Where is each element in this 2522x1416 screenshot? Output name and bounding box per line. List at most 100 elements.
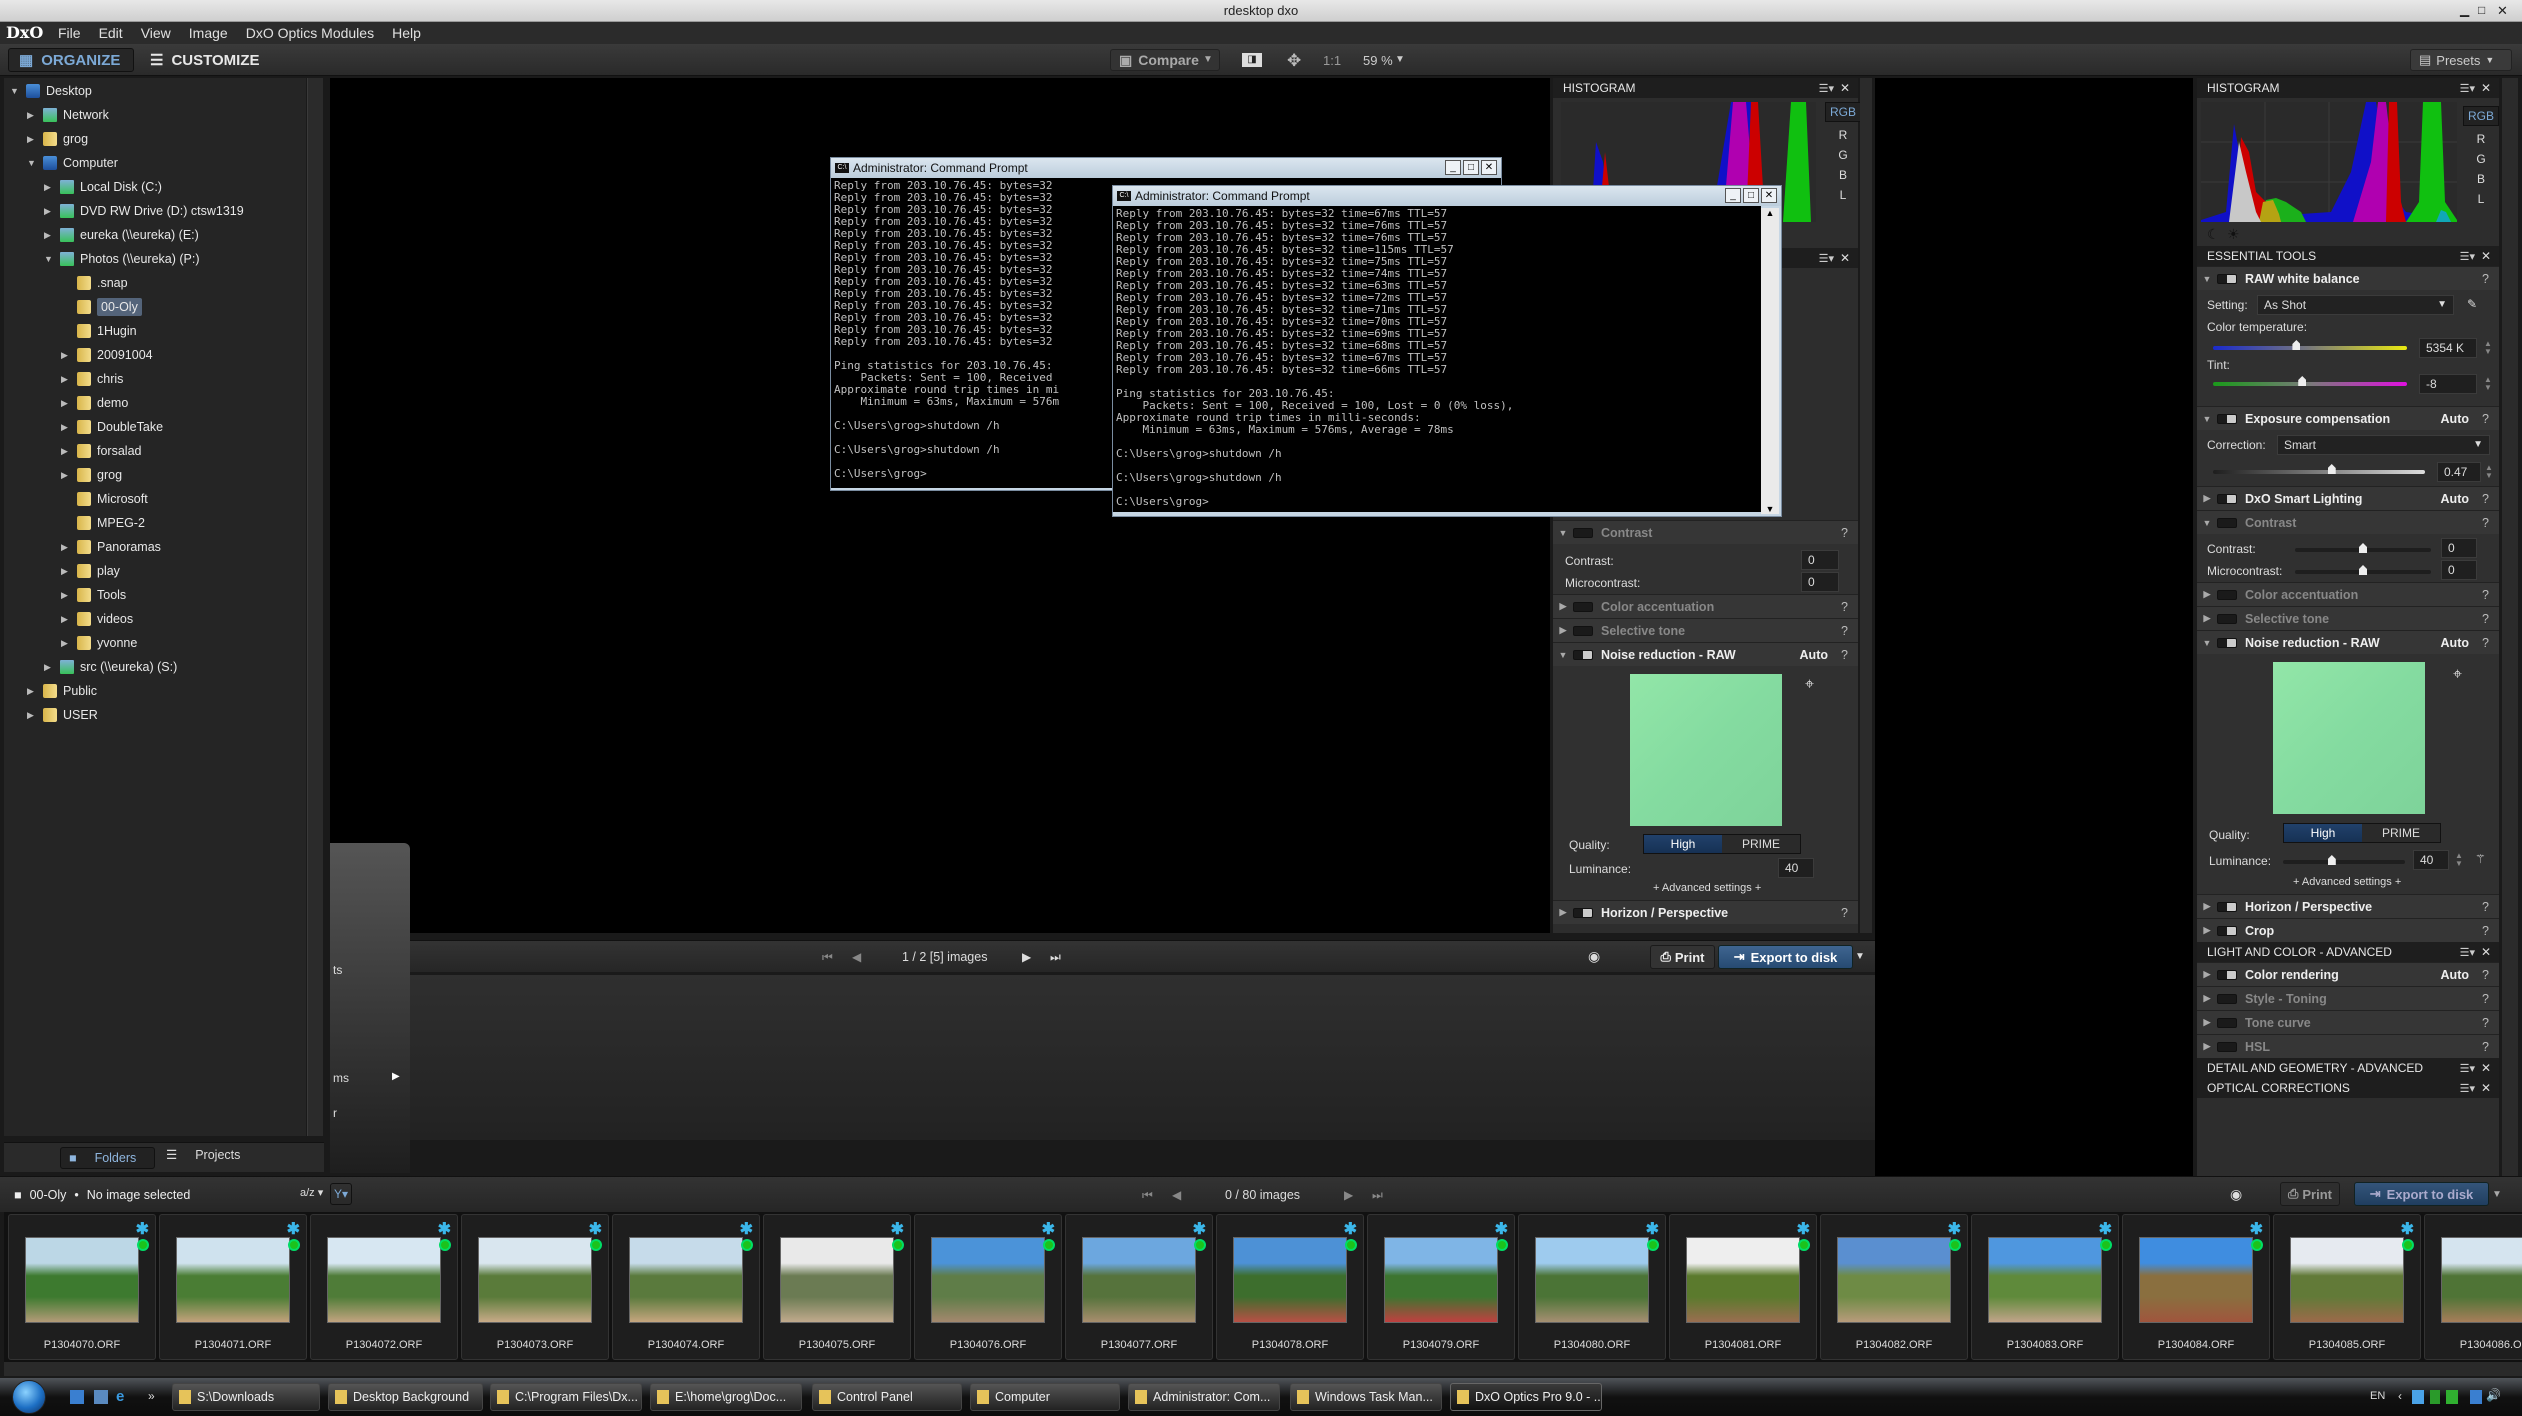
prev-image-icon[interactable]: ◀ <box>852 950 861 964</box>
toggle-switch[interactable] <box>2217 969 2237 980</box>
print-button[interactable]: ⎙ Print <box>1650 945 1715 969</box>
tray-network-icon[interactable] <box>2470 1390 2482 1404</box>
quality-prime[interactable]: PRIME <box>2362 824 2440 842</box>
tree-item[interactable]: ▶ eureka (\\eureka) (E:) <box>44 224 199 246</box>
taskbar-button[interactable]: Desktop Background <box>328 1383 483 1411</box>
exposure-thumb[interactable] <box>2327 464 2336 474</box>
expand-arrow-icon[interactable]: ▶ <box>61 614 71 625</box>
microcontrast-thumb[interactable] <box>2359 565 2367 575</box>
tray-volume-icon[interactable]: 🔊 <box>2486 1388 2501 1402</box>
auto-button[interactable]: Auto <box>2441 492 2469 506</box>
tool-raw-white-balance[interactable]: ▼ RAW white balance ? <box>2197 266 2499 290</box>
close-icon[interactable]: ✕ <box>1840 251 1850 265</box>
tree-item[interactable]: 1Hugin <box>61 320 137 342</box>
panel-menu-icon[interactable]: ☰▾ <box>1819 252 1834 265</box>
expand-arrow-icon[interactable]: ▶ <box>61 374 71 385</box>
context-menu-item[interactable]: r <box>333 1106 337 1120</box>
channel-rgb[interactable]: RGB <box>2463 106 2500 126</box>
tool-color-accentuation[interactable]: ▶ Color accentuation ? <box>2197 582 2499 606</box>
expand-arrow-icon[interactable]: ▶ <box>61 350 71 361</box>
process-icon[interactable]: ◉ <box>1588 948 1600 965</box>
taskbar-button[interactable]: E:\home\grog\Doc... <box>650 1383 802 1411</box>
taskbar-button[interactable]: DxO Optics Pro 9.0 - ... <box>1450 1383 1602 1411</box>
scroll-up-icon[interactable]: ▲ <box>1761 208 1779 218</box>
help-icon[interactable]: ? <box>1841 600 1848 614</box>
toggle-switch[interactable] <box>2217 925 2237 936</box>
channel-b[interactable]: B <box>2477 172 2485 186</box>
thumbnail[interactable]: ✱ P1304083.ORF <box>1971 1214 2119 1360</box>
thumbnail[interactable]: ✱ P1304074.ORF <box>612 1214 760 1360</box>
toggle-switch[interactable] <box>1573 601 1593 612</box>
thumbnail[interactable]: ✱ P1304073.ORF <box>461 1214 609 1360</box>
tree-item[interactable]: MPEG-2 <box>61 512 145 534</box>
help-icon[interactable]: ? <box>2482 968 2489 982</box>
panel-menu-icon[interactable]: ☰▾ <box>2460 1082 2475 1095</box>
compare-dropdown-icon[interactable]: ▼ <box>1203 54 1213 65</box>
star-icon[interactable]: ✱ <box>740 1219 753 1239</box>
panel-menu-icon[interactable]: ☰▾ <box>1819 82 1834 95</box>
help-icon[interactable]: ? <box>1841 526 1848 540</box>
start-button[interactable] <box>12 1380 46 1414</box>
toggle-switch[interactable] <box>2217 517 2237 528</box>
tree-item[interactable]: ▶ src (\\eureka) (S:) <box>44 656 177 678</box>
temperature-thumb[interactable] <box>2292 340 2301 350</box>
luminance-thumb[interactable] <box>2327 855 2336 865</box>
close-icon[interactable]: ✕ <box>2481 81 2491 95</box>
toggle-switch[interactable] <box>2217 901 2237 912</box>
quicklaunch-more-icon[interactable]: » <box>148 1390 162 1404</box>
toggle-switch[interactable] <box>2217 493 2237 504</box>
thumbnail[interactable]: ✱ P1304071.ORF <box>159 1214 307 1360</box>
temperature-slider[interactable] <box>2213 346 2407 350</box>
tool-selective-tone[interactable]: ▶ Selective tone ? <box>2197 606 2499 630</box>
star-icon[interactable]: ✱ <box>1344 1219 1357 1239</box>
channel-l[interactable]: L <box>1840 188 1847 202</box>
wb-setting-dropdown[interactable]: As Shot ▼ <box>2257 295 2454 315</box>
cmd-title-bar[interactable]: C:\ Administrator: Command Prompt <box>831 158 1501 178</box>
temperature-value[interactable]: 5354 K <box>2419 338 2477 358</box>
spinner-icon[interactable]: ▲ ▼ <box>2485 464 2493 480</box>
spinner-icon[interactable]: ▲ ▼ <box>2484 376 2492 392</box>
maximize-button[interactable]: □ <box>2478 3 2485 17</box>
quality-high[interactable]: High <box>1644 835 1722 853</box>
tree-item[interactable]: ▼ Computer <box>27 152 118 174</box>
scroll-down-icon[interactable]: ▼ <box>1761 504 1779 514</box>
tool-contrast[interactable]: ▼ Contrast ? <box>1553 520 1858 544</box>
toggle-switch[interactable] <box>2217 613 2237 624</box>
internet-explorer-icon[interactable]: e <box>116 1389 130 1404</box>
advanced-settings-link[interactable]: + Advanced settings + <box>1653 882 1761 894</box>
tool-color-rendering[interactable]: ▶ Color rendering Auto ? <box>2197 962 2499 986</box>
panel-menu-icon[interactable]: ☰▾ <box>2460 946 2475 959</box>
optical-corrections-header[interactable]: OPTICAL CORRECTIONS ☰▾ ✕ <box>2197 1078 2499 1098</box>
tree-item[interactable]: 00-Oly <box>61 296 142 318</box>
thumbnail[interactable]: ✱ P1304070.ORF <box>8 1214 156 1360</box>
menu-view[interactable]: View <box>141 25 171 41</box>
quality-prime[interactable]: PRIME <box>1722 835 1800 853</box>
cmd-title-bar[interactable]: C:\ Administrator: Command Prompt <box>1113 186 1781 206</box>
first-image-icon[interactable]: ⏮ <box>822 950 833 965</box>
channel-l[interactable]: L <box>2478 192 2485 206</box>
light-color-advanced-header[interactable]: LIGHT AND COLOR - ADVANCED ☰▾ ✕ <box>2197 942 2499 962</box>
tool-color-accentuation[interactable]: ▶ Color accentuation ? <box>1553 594 1858 618</box>
expand-arrow-icon[interactable]: ▶ <box>27 710 37 721</box>
sort-icon[interactable]: a/z ▾ <box>300 1186 323 1199</box>
expand-arrow-icon[interactable]: ▶ <box>61 398 71 409</box>
toggle-switch[interactable] <box>1573 625 1593 636</box>
tool-noise-reduction[interactable]: ▼ Noise reduction - RAW Auto ? <box>2197 630 2499 654</box>
panel-menu-icon[interactable]: ☰▾ <box>2460 82 2475 95</box>
channel-g[interactable]: G <box>1838 148 1847 162</box>
maximize-button[interactable]: □ <box>1743 188 1759 203</box>
tree-item[interactable]: ▶ demo <box>61 392 128 414</box>
toggle-switch[interactable] <box>2217 413 2237 424</box>
star-icon[interactable]: ✱ <box>2099 1219 2112 1239</box>
tab-folders[interactable]: ■ Folders <box>60 1147 155 1169</box>
help-icon[interactable]: ? <box>2482 612 2489 626</box>
luminance-slider[interactable] <box>2283 860 2405 864</box>
star-icon[interactable]: ✱ <box>438 1219 451 1239</box>
tool-horizon[interactable]: ▶ Horizon / Perspective ? <box>2197 894 2499 918</box>
taskbar-button[interactable]: Control Panel <box>812 1383 962 1411</box>
tool-horizon[interactable]: ▶ Horizon / Perspective ? <box>1553 900 1858 924</box>
advanced-settings-link[interactable]: + Advanced settings + <box>2293 876 2401 888</box>
export-to-disk-button[interactable]: ⇥ Export to disk <box>2354 1182 2489 1206</box>
expand-arrow-icon[interactable]: ▶ <box>44 662 54 673</box>
close-icon[interactable]: ✕ <box>2481 945 2491 959</box>
